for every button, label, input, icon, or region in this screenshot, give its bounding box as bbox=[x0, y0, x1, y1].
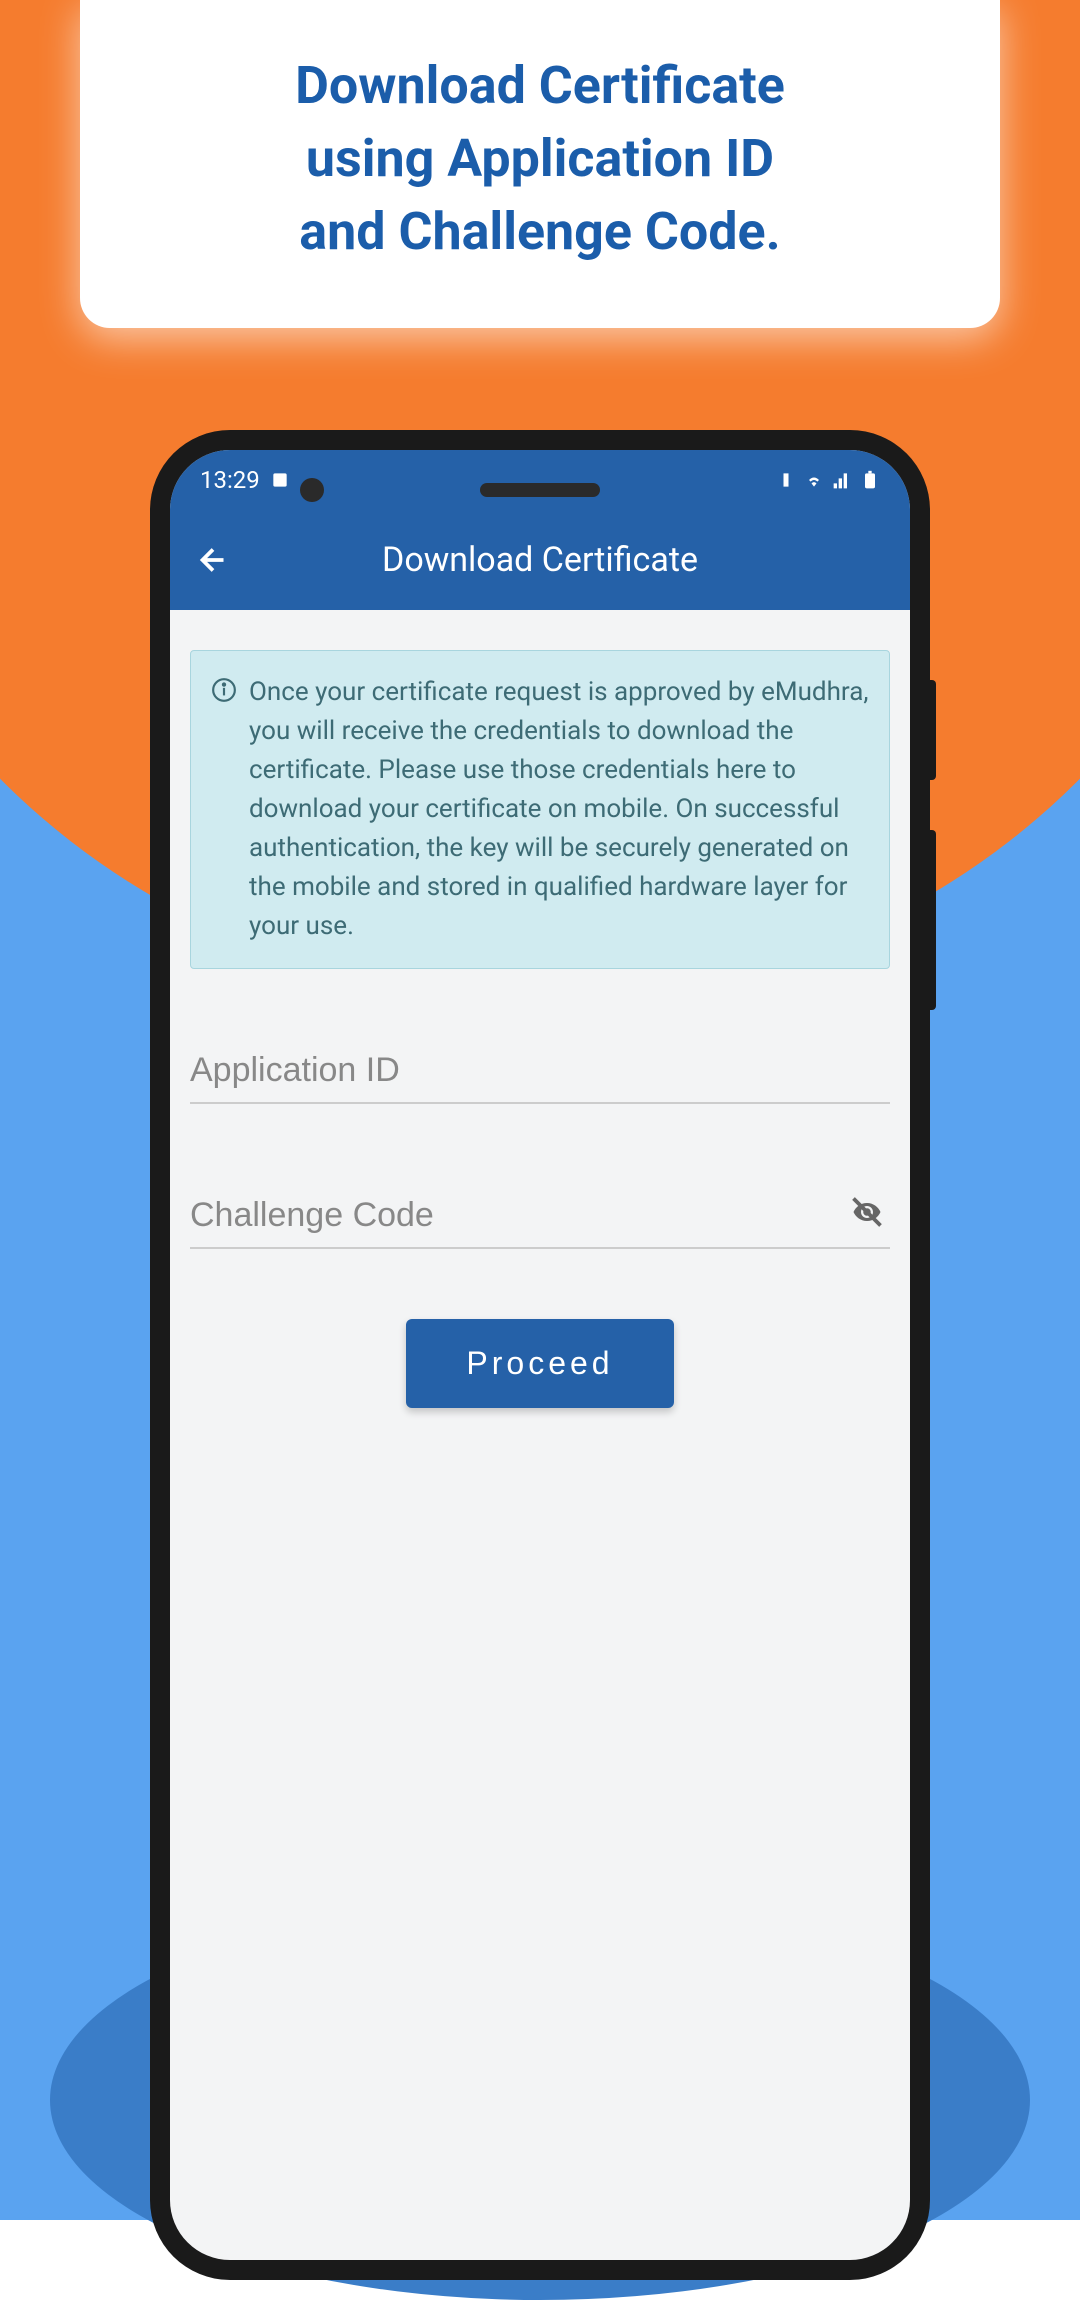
challenge-code-input[interactable] bbox=[190, 1184, 890, 1249]
promo-card: Download Certificate using Application I… bbox=[80, 0, 1000, 328]
phone-side-button-1 bbox=[930, 680, 936, 780]
application-id-group bbox=[190, 1039, 890, 1104]
phone-camera bbox=[300, 478, 324, 502]
promo-title: Download Certificate using Application I… bbox=[120, 50, 960, 268]
promo-line-1: Download Certificate bbox=[295, 55, 785, 116]
back-arrow-icon[interactable] bbox=[195, 542, 231, 578]
phone-screen: 13:29 bbox=[170, 450, 910, 2260]
app-bar-title: Download Certificate bbox=[231, 540, 849, 580]
promo-line-2: using Application ID bbox=[306, 128, 774, 189]
info-icon bbox=[211, 677, 237, 703]
phone-notch bbox=[170, 450, 910, 530]
challenge-code-group bbox=[190, 1184, 890, 1249]
info-box: Once your certificate request is approve… bbox=[190, 650, 890, 969]
phone-frame: 13:29 bbox=[150, 430, 930, 2280]
proceed-button[interactable]: Proceed bbox=[406, 1319, 673, 1408]
application-id-input[interactable] bbox=[190, 1039, 890, 1104]
content-area: Once your certificate request is approve… bbox=[170, 610, 910, 1448]
phone-speaker bbox=[480, 483, 600, 497]
visibility-toggle-icon[interactable] bbox=[849, 1194, 885, 1230]
phone-side-button-2 bbox=[930, 830, 936, 1010]
promo-line-3: and Challenge Code. bbox=[299, 201, 780, 262]
info-text: Once your certificate request is approve… bbox=[249, 673, 869, 946]
